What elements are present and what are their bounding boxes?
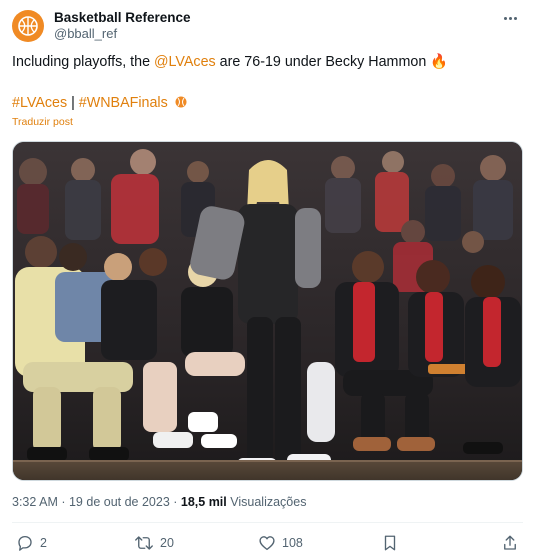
translate-post-link[interactable]: Traduzir post	[12, 116, 73, 128]
fire-emoji: 🔥	[430, 54, 449, 70]
hashtag-line: #LVAces | #WNBAFinals	[12, 93, 187, 113]
basketball-logo-icon	[18, 16, 38, 36]
mention-link[interactable]: @LVAces	[154, 54, 216, 70]
post-time[interactable]: 3:32 AM	[12, 495, 58, 509]
tweet-text-suffix: are 76-19 under Becky Hammon	[215, 54, 427, 70]
share-button[interactable]	[502, 530, 518, 556]
more-dots-icon	[503, 16, 507, 20]
hashtag-wnbafinals[interactable]: #WNBAFinals	[79, 95, 168, 111]
views-label: Visualizações	[230, 495, 307, 509]
share-icon	[504, 535, 516, 550]
bookmark-button[interactable]	[382, 530, 398, 556]
post-date[interactable]: 19 de out de 2023	[69, 495, 170, 509]
tweet-card: Basketball Reference @bball_ref Includin…	[0, 0, 535, 560]
like-count: 108	[282, 536, 303, 550]
repost-button[interactable]: 20	[134, 530, 174, 556]
more-options-button[interactable]	[499, 9, 521, 27]
wnba-logo-icon	[175, 96, 187, 108]
action-bar: 2 20 108	[12, 530, 523, 556]
courtside-photo	[13, 142, 522, 480]
author-name[interactable]: Basketball Reference	[54, 9, 191, 26]
tweet-text: Including playoffs, the @LVAces are 76-1…	[12, 52, 522, 72]
repost-count: 20	[160, 536, 174, 550]
more-dot	[508, 16, 512, 20]
reply-button[interactable]: 2	[16, 530, 47, 556]
post-photo[interactable]	[12, 141, 523, 481]
post-meta: 3:32 AM · 19 de out de 2023 · 18,5 mil V…	[12, 494, 306, 510]
more-dot	[513, 16, 517, 20]
reply-count: 2	[40, 536, 47, 550]
views-count: 18,5 mil	[180, 495, 227, 509]
like-button[interactable]: 108	[258, 530, 303, 556]
tweet-text-prefix: Including playoffs, the	[12, 54, 155, 70]
repost-icon	[135, 536, 153, 550]
author-block: Basketball Reference @bball_ref	[54, 9, 191, 42]
hashtag-lvaces[interactable]: #LVAces	[12, 95, 67, 111]
divider	[12, 522, 523, 523]
heart-icon	[259, 536, 275, 551]
meta-dot: ·	[57, 495, 69, 509]
reply-icon	[18, 535, 32, 551]
avatar[interactable]	[12, 10, 44, 42]
hashtag-separator: |	[67, 95, 79, 111]
bookmark-icon	[384, 535, 396, 551]
meta-dot-2: ·	[169, 495, 181, 509]
author-handle[interactable]: @bball_ref	[54, 26, 191, 42]
